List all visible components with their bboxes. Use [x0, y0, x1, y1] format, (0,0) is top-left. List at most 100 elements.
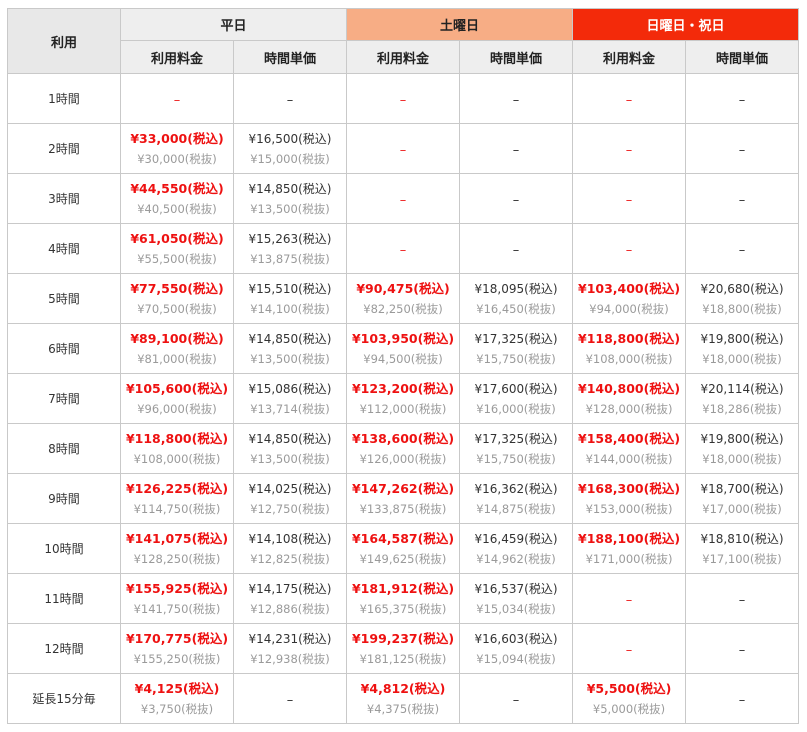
duration-label: 4時間 — [7, 223, 121, 274]
sunday-fee-cell: – — [572, 123, 687, 174]
sunday-fee-cell: – — [572, 573, 687, 624]
not-available-dash: – — [738, 93, 746, 108]
saturday-fee-cell: – — [346, 73, 461, 124]
weekday-fee-cell: ¥89,100(税込) ¥81,000(税抜) — [120, 323, 234, 374]
unit-price-tax-included: ¥14,025(税込) — [248, 481, 332, 496]
price-tax-included: ¥168,300(税込) — [578, 480, 681, 496]
not-available-dash: – — [512, 93, 520, 108]
unit-price-tax-included: ¥16,459(税込) — [474, 531, 558, 546]
duration-label: 7時間 — [7, 373, 121, 424]
unit-price-tax-excluded: ¥13,500(税抜) — [250, 201, 330, 216]
price-tax-included: ¥140,800(税込) — [578, 380, 681, 396]
unit-price-tax-included: ¥19,800(税込) — [700, 331, 784, 346]
weekday-unit-cell: ¥14,850(税込) ¥13,500(税抜) — [232, 423, 348, 474]
duration-label: 5時間 — [7, 273, 121, 324]
table-row: 11時間 ¥155,925(税込) ¥141,750(税抜) ¥14,175(税込) ¥… — [7, 573, 800, 624]
not-available-dash: – — [512, 143, 520, 158]
unit-price-tax-included: ¥18,700(税込) — [700, 481, 784, 496]
saturday-unit-cell: ¥16,603(税込) ¥15,094(税抜) — [459, 623, 574, 674]
table-row: 10時間 ¥141,075(税込) ¥128,250(税抜) ¥14,108(税込) ¥… — [7, 523, 800, 574]
sunday-holiday-header: 日曜日・祝日 — [572, 8, 800, 41]
price-tax-included: ¥118,800(税込) — [578, 330, 681, 346]
duration-label: 1時間 — [7, 73, 121, 124]
price-tax-excluded: ¥141,750(税抜) — [133, 601, 221, 616]
weekday-fee-cell: ¥33,000(税込) ¥30,000(税抜) — [120, 123, 234, 174]
price-tax-excluded: ¥181,125(税抜) — [359, 651, 447, 666]
saturday-fee-cell: – — [346, 173, 461, 224]
not-available-dash: – — [738, 193, 746, 208]
unit-price-tax-excluded: ¥12,750(税抜) — [250, 501, 330, 516]
unit-price-tax-excluded: ¥14,875(税抜) — [476, 501, 556, 516]
weekday-fee-cell: ¥105,600(税込) ¥96,000(税抜) — [120, 373, 234, 424]
unit-price-tax-included: ¥19,800(税込) — [700, 431, 784, 446]
not-available-dash: – — [738, 693, 746, 708]
price-tax-excluded: ¥82,250(税抜) — [363, 301, 443, 316]
unit-price-tax-included: ¥17,600(税込) — [474, 381, 558, 396]
not-available-dash: – — [625, 193, 633, 208]
unit-price-tax-excluded: ¥17,000(税抜) — [702, 501, 782, 516]
sunday-fee-cell: ¥168,300(税込) ¥153,000(税抜) — [572, 473, 687, 524]
sunday-unit-cell: ¥18,700(税込) ¥17,000(税抜) — [685, 473, 800, 524]
unit-price-tax-included: ¥14,108(税込) — [248, 531, 332, 546]
not-available-dash: – — [399, 193, 407, 208]
duration-label: 8時間 — [7, 423, 121, 474]
price-tax-included: ¥199,237(税込) — [351, 630, 455, 646]
duration-label: 10時間 — [7, 523, 121, 574]
sunday-fee-cell: ¥140,800(税込) ¥128,000(税抜) — [572, 373, 687, 424]
duration-label: 11時間 — [7, 573, 121, 624]
price-tax-excluded: ¥153,000(税抜) — [585, 501, 673, 516]
weekday-unit-cell: ¥14,850(税込) ¥13,500(税抜) — [232, 323, 348, 374]
weekday-fee-cell: ¥4,125(税込) ¥3,750(税抜) — [120, 673, 234, 724]
weekday-fee-cell: ¥61,050(税込) ¥55,500(税抜) — [120, 223, 234, 274]
weekday-unit-cell: – — [232, 673, 348, 724]
not-available-dash: – — [512, 193, 520, 208]
weekday-fee-cell: – — [120, 73, 234, 124]
price-tax-excluded: ¥81,000(税抜) — [137, 351, 217, 366]
price-tax-excluded: ¥55,500(税抜) — [137, 251, 217, 266]
saturday-unit-cell: – — [459, 173, 574, 224]
price-tax-excluded: ¥165,375(税抜) — [359, 601, 447, 616]
table-row: 6時間 ¥89,100(税込) ¥81,000(税抜) ¥14,850(税込) ¥13,… — [7, 323, 800, 374]
duration-label: 延長15分毎 — [7, 673, 121, 724]
sunday-fee-cell: – — [572, 223, 687, 274]
sunday-unit-cell: ¥19,800(税込) ¥18,000(税抜) — [685, 323, 800, 374]
price-tax-included: ¥118,800(税込) — [125, 430, 229, 446]
duration-label: 6時間 — [7, 323, 121, 374]
weekday-unit-cell: ¥15,263(税込) ¥13,875(税抜) — [232, 223, 348, 274]
saturday-fee-cell: – — [346, 123, 461, 174]
price-tax-included: ¥170,775(税込) — [125, 630, 229, 646]
unit-price-tax-included: ¥17,325(税込) — [474, 431, 558, 446]
unit-price-tax-included: ¥20,114(税込) — [700, 381, 784, 396]
sunday-fee-cell: ¥103,400(税込) ¥94,000(税抜) — [572, 273, 687, 324]
unit-price-tax-excluded: ¥15,750(税抜) — [476, 351, 556, 366]
saturday-unit-cell: – — [459, 673, 574, 724]
weekday-fee-header: 利用料金 — [120, 40, 234, 74]
saturday-unit-cell: ¥17,325(税込) ¥15,750(税抜) — [459, 323, 574, 374]
unit-price-tax-excluded: ¥18,286(税抜) — [702, 401, 782, 416]
unit-price-tax-included: ¥16,362(税込) — [474, 481, 558, 496]
saturday-unit-header: 時間単価 — [459, 40, 574, 74]
saturday-header: 土曜日 — [346, 8, 574, 41]
price-tax-excluded: ¥128,250(税抜) — [133, 551, 221, 566]
price-tax-included: ¥147,262(税込) — [351, 480, 455, 496]
unit-price-tax-excluded: ¥14,962(税抜) — [476, 551, 556, 566]
not-available-dash: – — [738, 143, 746, 158]
table-row: 7時間 ¥105,600(税込) ¥96,000(税抜) ¥15,086(税込) ¥13… — [7, 373, 800, 424]
weekday-unit-cell: ¥14,175(税込) ¥12,886(税抜) — [232, 573, 348, 624]
weekday-unit-cell: – — [232, 73, 348, 124]
sunday-unit-cell: ¥20,680(税込) ¥18,800(税抜) — [685, 273, 800, 324]
price-tax-included: ¥103,400(税込) — [578, 280, 681, 296]
price-tax-excluded: ¥171,000(税抜) — [585, 551, 673, 566]
unit-price-tax-excluded: ¥12,825(税抜) — [250, 551, 330, 566]
unit-price-tax-excluded: ¥12,938(税抜) — [250, 651, 330, 666]
sunday-unit-cell: – — [685, 123, 800, 174]
duration-label: 2時間 — [7, 123, 121, 174]
duration-label: 12時間 — [7, 623, 121, 674]
saturday-fee-cell: ¥123,200(税込) ¥112,000(税抜) — [346, 373, 461, 424]
sunday-unit-cell: – — [685, 623, 800, 674]
saturday-fee-cell: ¥199,237(税込) ¥181,125(税抜) — [346, 623, 461, 674]
price-tax-included: ¥44,550(税込) — [130, 180, 224, 196]
price-table: 利用 平日 土曜日 日曜日・祝日 利用料金 時間単価 利用料金 時間単価 利用料… — [7, 8, 800, 724]
saturday-fee-cell: ¥147,262(税込) ¥133,875(税抜) — [346, 473, 461, 524]
not-available-dash: – — [738, 643, 746, 658]
